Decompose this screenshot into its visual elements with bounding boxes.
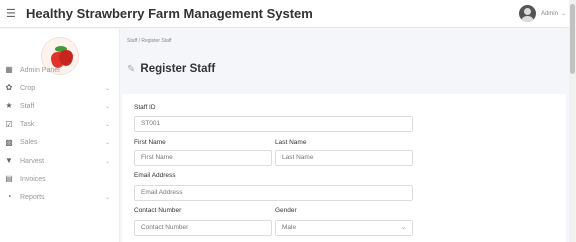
- gender-selected-value: Male: [282, 224, 297, 231]
- sidebar-item-label: Crop: [20, 84, 36, 92]
- chevron-down-icon: ⌄: [104, 122, 110, 129]
- sidebar-item-label: Admin Panel: [20, 66, 60, 74]
- sidebar-item-label: Task: [20, 121, 35, 129]
- email-label: Email Address: [134, 172, 176, 179]
- page-header: ✎ Register Staff: [127, 63, 215, 75]
- sidebar-item-label: Harvest: [20, 157, 45, 165]
- chevron-down-icon: ⌄: [104, 140, 110, 147]
- checkbox-icon: ☑: [5, 119, 13, 129]
- sidebar-item-admin-panel[interactable]: ▦ Admin Panel: [0, 61, 120, 79]
- sales-icon: ▩: [5, 137, 13, 147]
- sidebar-item-label: Staff: [20, 102, 35, 110]
- app-title: Healthy Strawberry Farm Management Syste…: [26, 6, 313, 21]
- sidebar-item-label: Sales: [20, 139, 38, 147]
- gender-select[interactable]: Male ⌄: [275, 220, 413, 236]
- harvest-icon: ▼: [5, 156, 13, 166]
- contact-number-label: Contact Number: [134, 207, 182, 214]
- breadcrumb-separator: /: [138, 38, 140, 44]
- email-field[interactable]: Email Address: [134, 185, 413, 201]
- user-name[interactable]: Admin: [541, 11, 558, 17]
- users-icon: ★: [5, 101, 13, 111]
- sidebar-menu: ▦ Admin Panel ✿ Crop ⌄ ★ Staff ⌄ ☑ Task …: [0, 61, 120, 207]
- sidebar-item-reports[interactable]: ◔ Reports ⌄: [0, 188, 120, 206]
- last-name-label: Last Name: [275, 139, 307, 146]
- grid-icon: ▦: [5, 65, 13, 75]
- chevron-down-icon: ⌄: [400, 225, 406, 231]
- breadcrumb: Staff / Register Staff: [127, 38, 172, 44]
- sidebar-item-label: Reports: [20, 193, 45, 201]
- invoice-icon: ▤: [5, 174, 13, 184]
- sidebar-item-invoices[interactable]: ▤ Invoices: [0, 170, 120, 188]
- scrollbar-thumb[interactable]: [570, 4, 575, 74]
- chevron-down-icon[interactable]: ⌄: [561, 10, 566, 17]
- top-bar: ☰ Healthy Strawberry Farm Management Sys…: [0, 0, 576, 28]
- last-name-field[interactable]: Last Name: [275, 150, 413, 166]
- sidebar-item-task[interactable]: ☑ Task ⌄: [0, 116, 120, 134]
- chevron-down-icon: ⌄: [104, 194, 110, 201]
- page-scrollbar[interactable]: [569, 0, 576, 242]
- breadcrumb-current: Register Staff: [141, 38, 172, 44]
- staff-id-label: Staff ID: [134, 104, 156, 111]
- report-icon: ◔: [6, 192, 12, 202]
- sidebar-item-harvest[interactable]: ▼ Harvest ⌄: [0, 152, 120, 170]
- register-staff-form: Staff ID ST001 First Name First Name Las…: [122, 94, 566, 242]
- chevron-down-icon: ⌄: [104, 103, 110, 110]
- chevron-down-icon: ⌄: [104, 85, 110, 92]
- edit-icon: ✎: [127, 63, 136, 75]
- chevron-down-icon: ⌄: [104, 158, 110, 165]
- hamburger-menu-icon[interactable]: ☰: [6, 7, 20, 20]
- seedling-icon: ✿: [5, 83, 13, 93]
- user-avatar-icon[interactable]: [518, 5, 536, 22]
- staff-id-field[interactable]: ST001: [134, 116, 413, 132]
- sidebar-item-crop[interactable]: ✿ Crop ⌄: [0, 79, 120, 97]
- breadcrumb-staff-link[interactable]: Staff: [127, 38, 137, 44]
- contact-number-field[interactable]: Contact Number: [134, 220, 272, 236]
- sidebar-item-sales[interactable]: ▩ Sales ⌄: [0, 134, 120, 152]
- gender-label: Gender: [275, 207, 297, 214]
- sidebar-item-staff[interactable]: ★ Staff ⌄: [0, 97, 120, 115]
- first-name-label: First Name: [134, 139, 166, 146]
- sidebar-item-label: Invoices: [20, 175, 46, 183]
- user-menu[interactable]: Admin ⌄: [518, 5, 566, 22]
- page-title: Register Staff: [140, 63, 216, 75]
- first-name-field[interactable]: First Name: [134, 150, 272, 166]
